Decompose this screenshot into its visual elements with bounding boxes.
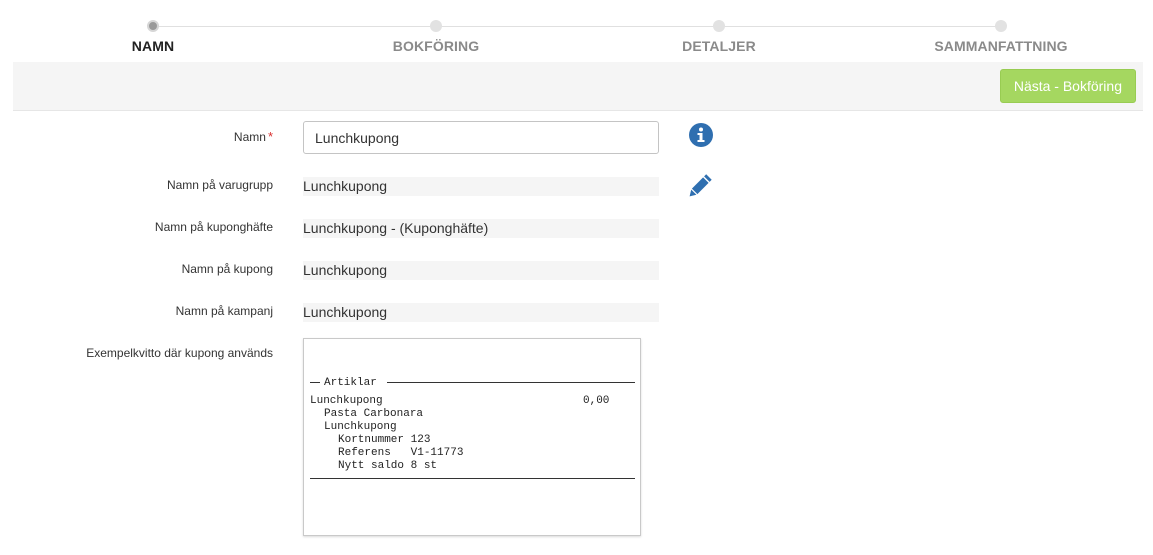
product-group-value: Lunchkupong [303,177,659,196]
receipt-rule [387,382,635,383]
campaign-label: Namn på kampanj [175,304,273,318]
receipt-bottom-rule [310,478,635,479]
receipt-section-title: Artiklar [324,377,377,389]
coupon-value: Lunchkupong [303,261,659,280]
receipt-reference: Referens V1-11773 [338,447,464,459]
step-label-namn[interactable]: NAMN [132,38,174,54]
step-label-bokforing[interactable]: BOKFÖRING [393,38,479,54]
coupon-book-value: Lunchkupong - (Kuponghäfte) [303,219,659,238]
step-dot-detaljer[interactable] [713,20,725,32]
receipt-new-balance: Nytt saldo 8 st [338,460,438,472]
info-circle-icon[interactable] [689,123,713,147]
campaign-value: Lunchkupong [303,303,659,322]
stepper-line [153,26,1001,27]
receipt-example-label: Exempelkvitto där kupong används [86,346,273,360]
name-input[interactable] [303,121,659,154]
product-group-label: Namn på varugrupp [166,178,273,192]
receipt-coupon-name: Lunchkupong [324,421,397,433]
receipt-card-number: Kortnummer 123 [338,434,431,446]
step-label-detaljer[interactable]: DETALJER [682,38,756,54]
step-dot-bokforing[interactable] [430,20,442,32]
receipt-section-header: Artiklar [310,376,635,390]
required-marker: * [267,129,273,144]
step-dot-namn[interactable] [147,20,159,32]
receipt-rule [310,382,320,383]
toolbar: Nästa - Bokföring [13,62,1143,111]
receipt-item-name: Lunchkupong [310,395,383,407]
coupon-book-label: Namn på kuponghäfte [154,220,273,234]
receipt-preview: Artiklar Lunchkupong 0,00 Pasta Carbonar… [303,338,641,536]
name-label-text: Namn [233,130,266,144]
receipt-sub-item: Pasta Carbonara [324,408,424,420]
receipt-item-price: 0,00 [583,395,610,407]
next-bokforing-button[interactable]: Nästa - Bokföring [999,69,1136,103]
step-label-sammanfattning[interactable]: SAMMANFATTNING [934,38,1067,54]
coupon-label: Namn på kupong [181,262,273,276]
name-label: Namn * [234,129,273,144]
pencil-icon[interactable] [689,172,714,197]
step-dot-sammanfattning[interactable] [995,20,1007,32]
wizard-stepper: NAMN BOKFÖRING DETALJER SAMMANFATTNING [0,0,1153,62]
